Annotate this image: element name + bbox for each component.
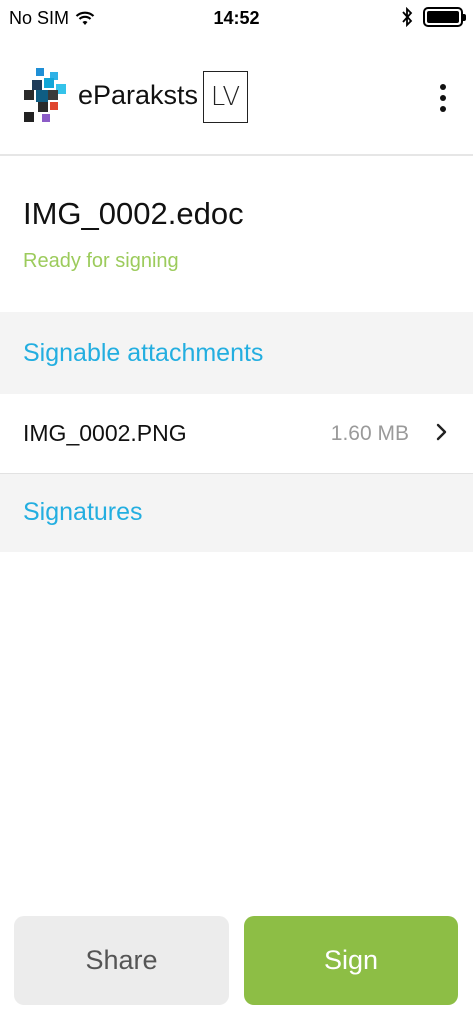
battery-icon <box>423 7 466 27</box>
attachments-section-label: Signable attachments <box>23 339 264 367</box>
bluetooth-icon <box>402 7 413 27</box>
app-header: eParaksts LV <box>0 40 473 156</box>
document-title: IMG_0002.edoc <box>23 196 244 231</box>
chevron-right-icon <box>436 423 447 441</box>
country-badge: LV <box>203 71 248 123</box>
brand-name: eParaksts <box>78 80 199 110</box>
share-button[interactable]: Share <box>14 916 229 1005</box>
signatures-section-label: Signatures <box>23 498 143 526</box>
attachment-row[interactable]: IMG_0002.PNG 1.60 MB <box>0 394 473 474</box>
signatures-section-header: Signatures <box>0 474 473 552</box>
sign-button[interactable]: Sign <box>244 916 458 1005</box>
attachment-name: IMG_0002.PNG <box>23 420 187 446</box>
status-right <box>401 7 466 27</box>
attachments-section-header: Signable attachments <box>0 312 473 394</box>
status-bar: No SIM 14:52 <box>0 0 473 40</box>
attachment-size: 1.60 MB <box>330 422 409 445</box>
eparaksts-logo <box>24 68 66 122</box>
document-status: Ready for signing <box>23 250 179 272</box>
more-vertical-icon[interactable] <box>427 76 459 120</box>
